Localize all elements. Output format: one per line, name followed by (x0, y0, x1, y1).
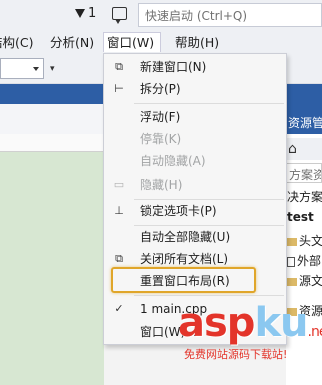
menu-window[interactable]: 窗口(W) (103, 32, 161, 52)
notification-flag[interactable]: 1 (75, 6, 96, 21)
tree-item-label: test (287, 210, 314, 224)
watermark-logo: aspku.net 免费网站源码下载站! (178, 300, 322, 385)
tree-item-label: 源文 (299, 274, 322, 288)
hide-icon: ▭ (113, 178, 125, 191)
tree-item-sources[interactable]: 源文 (287, 272, 322, 289)
toolbar-overflow-icon[interactable]: ▾ (50, 64, 55, 74)
title-bar: 1 快速启动 (Ctrl+Q) (0, 0, 322, 30)
tree-item-solution[interactable]: 决方案 (287, 188, 322, 205)
configuration-dropdown[interactable] (0, 58, 44, 79)
code-editor[interactable] (0, 152, 104, 385)
menu-item-auto-hide-all[interactable]: 自动全部隐藏(U) (104, 226, 288, 248)
tree-item-label: 外部 (297, 254, 322, 268)
folder-icon (287, 237, 297, 246)
menu-item-hide: ▭ 隐藏(H) (113, 178, 183, 192)
solution-explorer-title: 资源管 (286, 110, 322, 134)
menu-item-float[interactable]: 浮动(F) (104, 106, 288, 128)
menu-separator (134, 103, 284, 104)
tree-item-external[interactable]: 外部 (287, 252, 322, 269)
checkmark-icon: ✓ (114, 302, 124, 315)
flag-count: 1 (88, 6, 97, 21)
solution-search-input[interactable]: 方案资 (286, 163, 322, 183)
pin-icon: ⊥ (114, 204, 124, 217)
menu-item-new-window[interactable]: ⧉ 新建窗口(N) (104, 56, 288, 78)
editor-navigation-bar (0, 134, 104, 152)
file-icon (287, 256, 295, 267)
menu-build[interactable]: 结构(C) (0, 33, 33, 53)
folder-icon (287, 277, 297, 286)
menu-analyze[interactable]: 分析(N) (50, 33, 94, 53)
home-icon[interactable]: ⌂ (288, 141, 297, 157)
menu-item-dock: 停靠(K) (140, 132, 182, 146)
quick-launch-input[interactable]: 快速启动 (Ctrl+Q) (138, 3, 322, 27)
menu-bar: 结构(C) 分析(N) 窗口(W) 帮助(H) (0, 30, 322, 54)
document-tab[interactable] (0, 104, 104, 134)
menu-item-pin-tab[interactable]: ⊥ 锁定选项卡(P) (104, 200, 288, 222)
menu-item-split[interactable]: ⊢ 拆分(P) (104, 78, 288, 100)
menu-item-auto-hide: 自动隐藏(A) (140, 154, 206, 168)
split-icon: ⊢ (114, 82, 124, 95)
watermark-tagline: 免费网站源码下载站! (184, 348, 288, 361)
tree-item-label: 决方案 (287, 190, 322, 204)
feedback-icon[interactable] (112, 7, 127, 24)
tree-item-project[interactable]: test (287, 210, 322, 224)
flag-icon (75, 9, 85, 18)
new-window-icon: ⧉ (115, 60, 123, 73)
chevron-down-icon (33, 67, 39, 71)
tree-item-label: 头文 (299, 234, 322, 248)
tree-item-headers[interactable]: 头文 (287, 232, 322, 249)
menu-help[interactable]: 帮助(H) (175, 33, 219, 53)
close-all-icon: ⧉ (115, 252, 123, 265)
menu-separator (134, 295, 284, 296)
highlight-box (111, 267, 256, 293)
